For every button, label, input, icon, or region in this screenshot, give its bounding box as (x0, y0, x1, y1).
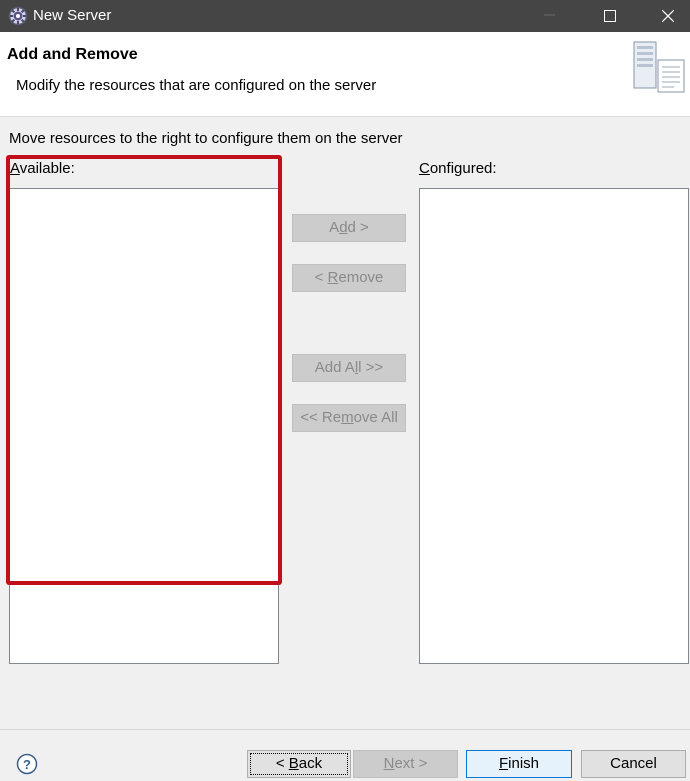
help-icon: ? (16, 753, 38, 775)
instruction-text: Move resources to the right to configure… (9, 130, 403, 147)
close-icon (662, 10, 674, 22)
minimize-icon (544, 14, 555, 16)
close-button[interactable] (638, 0, 690, 32)
maximize-icon (604, 10, 616, 22)
remove-button[interactable]: < Remove (292, 264, 406, 292)
configured-label: Configured: (419, 160, 497, 177)
add-all-button[interactable]: Add All >> (292, 354, 406, 382)
wizard-header: Add and Remove Modify the resources that… (0, 32, 690, 117)
server-icon (628, 38, 688, 100)
page-description: Modify the resources that are configured… (16, 77, 377, 94)
svg-text:?: ? (23, 757, 31, 772)
configured-list[interactable] (419, 188, 689, 664)
title-bar[interactable]: New Server (0, 0, 690, 32)
app-gear-icon (8, 6, 28, 26)
highlight-annotation (6, 155, 282, 585)
page-title: Add and Remove (7, 46, 138, 63)
minimize-button[interactable] (520, 0, 580, 32)
next-button[interactable]: Next > (353, 750, 458, 778)
back-button[interactable]: < Back (247, 750, 351, 778)
footer-separator (0, 729, 690, 730)
window-title: New Server (33, 7, 112, 24)
help-button[interactable]: ? (16, 753, 38, 775)
finish-button[interactable]: Finish (466, 750, 572, 778)
cancel-button[interactable]: Cancel (581, 750, 686, 778)
maximize-button[interactable] (580, 0, 640, 32)
remove-all-button[interactable]: << Remove All (292, 404, 406, 432)
new-server-dialog: New Server Add and Remove Modify the res… (0, 0, 690, 781)
add-button[interactable]: Add > (292, 214, 406, 242)
